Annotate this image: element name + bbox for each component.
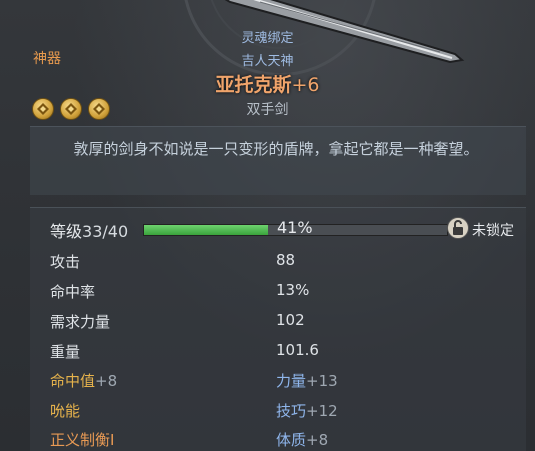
stat-row-required-strength: 需求力量 102 [0, 305, 535, 335]
item-upgrade-level: +6 [291, 74, 320, 96]
item-tooltip: 神器 灵魂绑定 吉人天神 亚托克斯+6 双手剑 敦厚的剑身不如说是一只变形的盾牌… [0, 0, 535, 451]
stat-label: 需求力量 [50, 313, 111, 331]
stat-label: 命中率 [50, 283, 96, 301]
level-value: 33/40 [82, 222, 129, 241]
bonus-left: 命中值+8 [50, 370, 117, 391]
socket-row [32, 98, 110, 120]
level-label: 等级33/40 [50, 218, 128, 242]
bonus-row-2: 吮能 技巧+12 [0, 394, 535, 424]
bonus-value: +8 [95, 372, 118, 390]
bonus-row-1: 命中值+8 力量+13 [0, 364, 535, 394]
lock-icon[interactable] [447, 217, 469, 239]
bonus-row-3: 正义制衡I 体质+8 [0, 423, 535, 451]
bonus-right: 技巧+12 [276, 400, 338, 421]
item-name: 亚托克斯+6 [0, 70, 535, 97]
stat-value: 88 [276, 251, 296, 269]
bonus-value: +13 [306, 372, 338, 390]
bonus-label: 技巧 [276, 402, 307, 420]
bonus-left: 吮能 [50, 400, 80, 421]
stat-value: 101.6 [276, 341, 319, 359]
bonus-value: +8 [306, 431, 329, 449]
bonus-label: 力量 [276, 372, 307, 390]
stat-value: 102 [276, 311, 305, 329]
lock-status: 未锁定 [472, 223, 514, 239]
item-name-text: 亚托克斯 [215, 74, 292, 96]
bonus-label: 正义制衡I [50, 431, 115, 449]
rune-icon[interactable] [60, 98, 82, 120]
soulbound-label: 灵魂绑定 [241, 31, 294, 46]
rune-icon[interactable] [32, 98, 54, 120]
bonus-left: 正义制衡I [50, 429, 114, 450]
bonus-label: 命中值 [50, 372, 96, 390]
level-label-text: 等级 [50, 222, 83, 241]
stat-label: 攻击 [50, 253, 81, 271]
rune-icon[interactable] [88, 98, 110, 120]
level-progress-percent: 41% [277, 218, 313, 237]
stat-row-attack: 攻击 88 [0, 245, 535, 275]
bonus-right: 力量+13 [276, 370, 338, 391]
bonus-label: 体质 [276, 431, 307, 449]
stat-label: 重量 [50, 343, 81, 361]
bonus-right: 体质+8 [276, 429, 328, 450]
item-set-name: 吉人天神 [241, 54, 294, 69]
bonus-label: 吮能 [50, 402, 81, 420]
level-progress-fill [144, 225, 269, 235]
stat-row-hit-rate: 命中率 13% [0, 275, 535, 305]
stat-value: 13% [276, 281, 310, 299]
item-description: 敦厚的剑身不如说是一只变形的盾牌，拿起它都是一种奢望。 [73, 140, 479, 158]
stat-row-weight: 重量 101.6 [0, 335, 535, 365]
bonus-value: +12 [306, 402, 338, 420]
